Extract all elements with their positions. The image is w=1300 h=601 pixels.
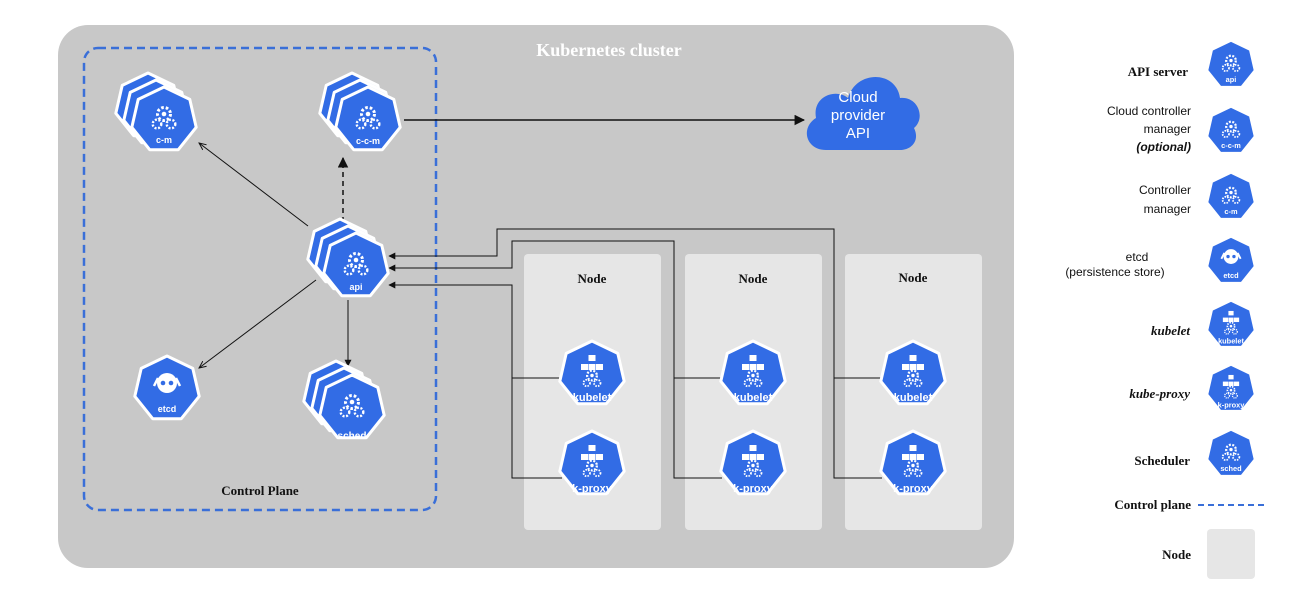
kubelet-label-node2: kubelet [734, 392, 773, 404]
sched-icon-label: sched [338, 431, 367, 442]
legend-kubelet-icon-text: kubelet [1218, 337, 1244, 346]
control-plane-label: Control Plane [221, 483, 299, 498]
kubelet-label-node1: kubelet [573, 392, 612, 404]
node-title-1: Node [578, 271, 607, 286]
kubernetes-architecture-diagram: Kubernetes cluster Control Plane Node No… [58, 25, 1268, 579]
legend-node-swatch [1207, 529, 1255, 579]
legend-scheduler-label: Scheduler [1134, 453, 1190, 468]
legend-kproxy-icon-text: k-proxy [1218, 401, 1246, 410]
cloud-label-line1: Cloud [838, 89, 877, 106]
legend-scheduler-icon: sched [1206, 428, 1256, 478]
legend-etcd-icon: etcd [1206, 235, 1256, 285]
legend-cm-line1: Controller [1139, 183, 1191, 197]
kubelet-icon-node3: kubelet [879, 339, 947, 406]
legend-cm-line2: manager [1144, 202, 1191, 216]
kproxy-label-node3: k-proxy [893, 483, 934, 495]
legend-api-server-icon: api [1206, 39, 1256, 89]
legend-kproxy-label: kube-proxy [1129, 386, 1190, 401]
legend-cm-icon-text: c-m [1224, 207, 1238, 216]
legend-node-label: Node [1162, 547, 1191, 562]
legend-scheduler-icon-text: sched [1220, 464, 1242, 473]
legend-ccm-line3: (optional) [1136, 140, 1191, 154]
ccm-icon-label: c-c-m [356, 136, 380, 146]
kproxy-icon-node2: k-proxy [719, 429, 787, 496]
legend: API server api Cloud controller manager … [1065, 39, 1268, 579]
etcd-icon-label: etcd [158, 404, 177, 414]
legend-ccm-icon-text: c-c-m [1221, 141, 1241, 150]
cm-icon-label: c-m [156, 135, 172, 145]
cloud-label-line3: API [846, 125, 870, 142]
cluster-title: Kubernetes cluster [536, 40, 681, 60]
legend-kubelet-label: kubelet [1151, 323, 1190, 338]
legend-ccm-line1: Cloud controller [1107, 104, 1191, 118]
kubelet-icon-node2: kubelet [719, 339, 787, 406]
legend-api-server-label: API server [1128, 64, 1189, 79]
legend-etcd-line2: (persistence store) [1065, 265, 1164, 279]
legend-etcd-icon-text: etcd [1223, 271, 1239, 280]
legend-ccm-icon: c-c-m [1206, 105, 1256, 155]
cloud-label-line2: provider [831, 107, 885, 124]
kproxy-icon-node1: k-proxy [558, 429, 626, 496]
etcd-icon: etcd [133, 354, 201, 421]
kubelet-label-node3: kubelet [894, 392, 933, 404]
node-title-2: Node [739, 271, 768, 286]
legend-control-plane-label: Control plane [1114, 497, 1191, 512]
legend-kubelet-icon: kubelet [1206, 299, 1256, 349]
kproxy-label-node2: k-proxy [733, 483, 774, 495]
legend-cm-icon: c-m [1206, 171, 1256, 221]
node-title-3: Node [899, 270, 928, 285]
kubelet-icon-node1: kubelet [558, 339, 626, 406]
api-icon-label: api [349, 282, 362, 292]
kproxy-label-node1: k-proxy [572, 483, 613, 495]
kproxy-icon-node3: k-proxy [879, 429, 947, 496]
legend-kproxy-icon: k-proxy [1206, 363, 1256, 413]
legend-ccm-line2: manager [1144, 122, 1191, 136]
legend-api-icon-text: api [1226, 75, 1237, 84]
legend-etcd-line1: etcd [1126, 250, 1149, 264]
